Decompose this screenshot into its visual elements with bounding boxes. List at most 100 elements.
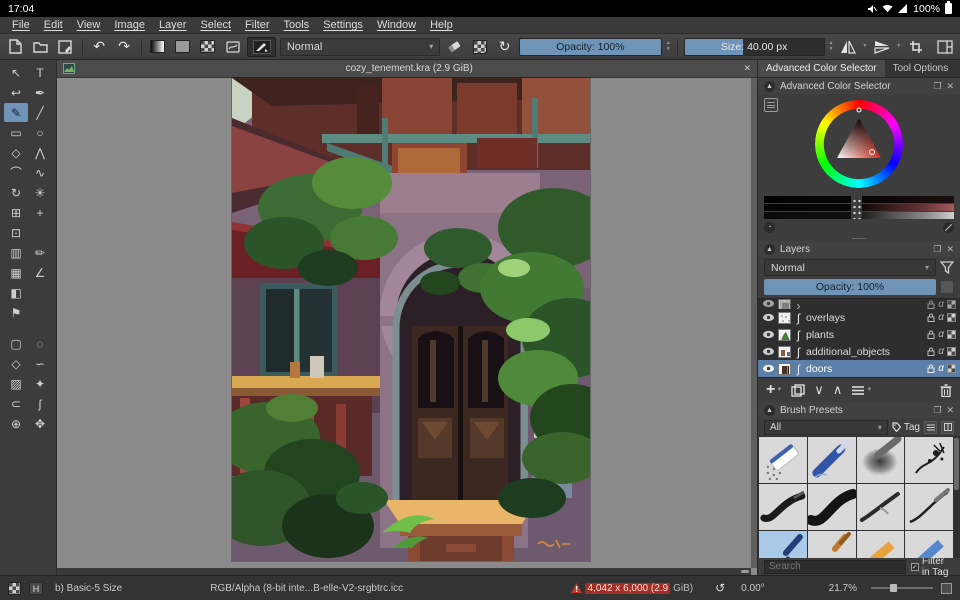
brush-preset-airbrush[interactable] (856, 437, 905, 483)
magnetic-select-tool[interactable]: ʃ (28, 394, 52, 413)
float-docker-icon[interactable]: ❐ (933, 244, 941, 255)
reload-preset-button[interactable]: ↻ (494, 37, 515, 57)
close-docker-icon[interactable]: ✕ (946, 81, 954, 92)
alpha-lock-icon[interactable] (947, 300, 956, 309)
preset-filter-select[interactable]: All ▾ (764, 419, 888, 435)
save-button[interactable] (55, 37, 76, 57)
menu-select[interactable]: Select (194, 19, 237, 31)
ellipse-select-tool[interactable]: ◌ (28, 334, 52, 353)
brush-editor-button[interactable] (247, 36, 276, 57)
calligraphy-tool[interactable]: ✒ (28, 83, 52, 102)
inherit-alpha-icon[interactable]: α (938, 299, 944, 309)
selection-display-mode-icon[interactable] (8, 581, 21, 595)
fit-page-icon[interactable] (941, 582, 952, 594)
zoom-tool[interactable]: ⊕ (4, 414, 28, 433)
preset-grid-scrollbar[interactable] (954, 438, 959, 490)
menu-file[interactable]: File (6, 19, 36, 31)
brush-preset-splatter[interactable] (905, 437, 953, 483)
mirror-h-dropdown[interactable]: ▼ (862, 44, 867, 49)
measure-tool[interactable]: ∠ (28, 263, 52, 282)
opacity-slider[interactable]: Opacity: 100% (519, 37, 662, 56)
move-layer-down-button[interactable]: ∨ (814, 382, 824, 398)
layer-row-clipped[interactable]: › α (758, 299, 960, 309)
polygon-tool[interactable]: ◇ (4, 143, 28, 162)
preserve-alpha-button[interactable] (469, 37, 490, 57)
mirror-vertical-button[interactable] (871, 37, 892, 57)
visibility-eye-icon[interactable] (762, 299, 775, 308)
undo-button[interactable]: ↶ (89, 37, 110, 57)
color-selector-settings-icon[interactable] (764, 98, 778, 112)
menu-tools[interactable]: Tools (278, 19, 316, 31)
inherit-alpha-icon[interactable]: α (938, 346, 944, 357)
alpha-lock-icon[interactable] (947, 347, 956, 356)
brush-preset-ink-pen-2[interactable] (807, 484, 856, 530)
lock-icon[interactable] (927, 364, 935, 373)
transform-select-tool[interactable]: ↖ (4, 63, 28, 82)
opacity-spinner[interactable]: ▲ ▼ (666, 41, 671, 52)
filter-in-tag-toggle[interactable]: ✓ Filter in Tag (911, 556, 954, 578)
gradient-tool[interactable]: ▥ (4, 243, 28, 262)
layer-opacity-slider[interactable]: Opacity: 100% (764, 279, 936, 295)
similar-select-tool[interactable]: ▨ (4, 374, 28, 393)
delete-layer-button[interactable] (940, 383, 952, 397)
line-tool[interactable]: ╱ (28, 103, 52, 122)
close-docker-icon[interactable]: ✕ (946, 405, 954, 416)
polygon-select-tool[interactable]: ◇ (4, 354, 28, 373)
no-color-icon[interactable] (943, 222, 954, 233)
open-document-button[interactable] (30, 37, 51, 57)
layer-row-overlays[interactable]: ʃ overlays α (758, 309, 960, 326)
crop-tool[interactable]: ⊡ (4, 223, 28, 242)
canvas-horizontal-scrollbar[interactable] (57, 568, 751, 575)
brush-preset-ink-pen-4[interactable] (905, 484, 953, 530)
ellipse-tool[interactable]: ○ (28, 123, 52, 142)
menu-filter[interactable]: Filter (239, 19, 275, 31)
brush-preset-wet-blue-selected[interactable] (759, 531, 807, 558)
tag-button[interactable]: Tag (892, 422, 920, 433)
color-sampler-tool[interactable]: ✏ (28, 243, 52, 262)
collapse-icon[interactable]: ▲ (764, 243, 775, 255)
group-chevron-icon[interactable]: › (794, 299, 803, 309)
float-docker-icon[interactable]: ❐ (933, 81, 941, 92)
brush-preset-ink-pen-3[interactable] (856, 484, 905, 530)
alpha-lock-icon[interactable] (947, 313, 956, 322)
layer-properties-button[interactable]: ▼ (851, 385, 872, 396)
redo-button[interactable]: ↷ (114, 37, 135, 57)
shade-selector[interactable] (764, 196, 954, 220)
dither-pattern-button[interactable] (197, 37, 218, 57)
lock-icon[interactable] (927, 313, 935, 322)
brush-preset-ink-pen-1[interactable] (759, 484, 807, 530)
layer-blending-mode-select[interactable]: Normal ▾ (764, 259, 936, 276)
color-history-icon[interactable]: ◔ (764, 222, 775, 233)
brush-settings-button[interactable] (222, 37, 243, 57)
collapse-icon[interactable]: ▲ (764, 80, 775, 92)
preset-search-input[interactable] (764, 559, 906, 574)
move-tool[interactable]: + (28, 203, 52, 222)
layer-filter-icon[interactable] (940, 261, 954, 274)
inherit-alpha-icon[interactable]: α (938, 363, 944, 374)
eraser-mode-button[interactable] (444, 37, 465, 57)
lock-icon[interactable] (927, 347, 935, 356)
workspace-chooser-button[interactable] (934, 37, 955, 57)
text-tool[interactable]: T (28, 63, 52, 82)
color-wheel[interactable] (815, 100, 903, 188)
contiguous-select-tool[interactable]: ✦ (28, 374, 52, 393)
checkbox-icon[interactable]: ✓ (911, 562, 919, 571)
layer-row-plants[interactable]: ʃ plants α (758, 326, 960, 343)
visibility-eye-icon[interactable] (762, 347, 775, 356)
multibrush-tool[interactable]: ✳ (28, 183, 52, 202)
inherit-alpha-icon[interactable]: α (938, 329, 944, 340)
menu-layer[interactable]: Layer (153, 19, 193, 31)
transform-layer-tool[interactable]: ⊞ (4, 203, 28, 222)
canvas-area[interactable] (57, 78, 757, 575)
rectangle-tool[interactable]: ▭ (4, 123, 28, 142)
zoom-slider[interactable] (871, 584, 933, 592)
edit-shapes-tool[interactable]: ↩ (4, 83, 28, 102)
document-tab[interactable]: cozy_tenement.kra (2.9 GiB) ✕ (57, 60, 757, 78)
brush-preset-paint-brown[interactable] (807, 531, 856, 558)
softness-button[interactable]: H (29, 581, 43, 595)
preset-menu-icon[interactable] (924, 420, 937, 434)
visibility-eye-icon[interactable] (762, 364, 775, 373)
menu-view[interactable]: View (71, 19, 107, 31)
close-icon[interactable]: ✕ (743, 63, 751, 74)
freehand-select-tool[interactable]: ∽ (28, 354, 52, 373)
